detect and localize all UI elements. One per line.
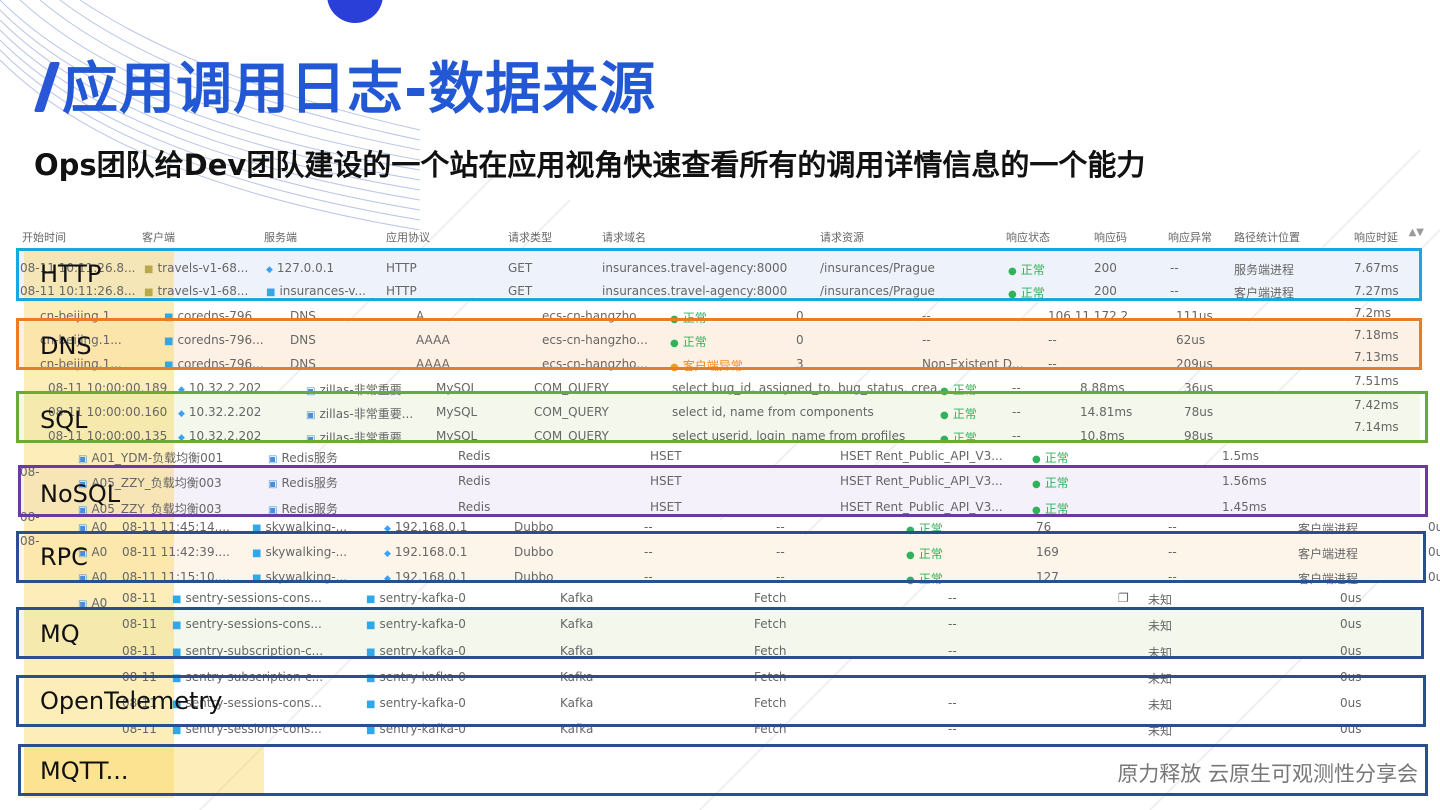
col-protocol[interactable]: 应用协议 — [386, 229, 430, 245]
col-error[interactable]: 响应异常 — [1168, 229, 1212, 245]
page-title: 应用调用日志-数据来源 — [62, 57, 657, 122]
col-path-position[interactable]: 路径统计位置 — [1234, 229, 1300, 245]
http-box — [16, 248, 1422, 301]
col-request-type[interactable]: 请求类型 — [508, 229, 552, 245]
page-subtitle: Ops团队给Dev团队建设的一个站在应用视角快速查看所有的调用详情信息的一个能力 — [34, 148, 1146, 182]
col-start-time[interactable]: 开始时间 — [22, 229, 66, 245]
mq-box — [16, 607, 1424, 659]
col-status[interactable]: 响应状态 — [1006, 229, 1050, 245]
col-resource[interactable]: 请求资源 — [820, 229, 864, 245]
label-opentelemetry: OpenTelemetry — [40, 687, 223, 715]
col-code[interactable]: 响应码 — [1094, 229, 1127, 245]
copy-icon[interactable]: ❐ — [1118, 591, 1129, 605]
label-dns: DNS — [40, 332, 92, 360]
sort-icon[interactable]: ▲▼ — [1409, 227, 1424, 238]
rpc-box — [16, 531, 1426, 583]
table-header: 开始时间 客户端 服务端 应用协议 请求类型 请求域名 请求资源 响应状态 响应… — [16, 224, 1426, 248]
label-nosql: NoSQL — [40, 480, 121, 508]
dns-box — [16, 318, 1422, 370]
opentelemetry-box — [16, 675, 1426, 727]
label-sql: SQL — [40, 406, 88, 434]
footer-caption: 原力释放 云原生可观测性分享会 — [1117, 762, 1418, 786]
col-client[interactable]: 客户端 — [142, 229, 175, 245]
col-domain[interactable]: 请求域名 — [602, 229, 646, 245]
col-server[interactable]: 服务端 — [264, 229, 297, 245]
nosql-box — [18, 465, 1428, 517]
sql-box — [16, 391, 1428, 443]
label-mqtt: MQTT... — [40, 757, 129, 785]
label-http: HTTP — [40, 260, 102, 288]
label-rpc: RPC — [40, 543, 88, 571]
decor-circle — [327, 0, 383, 23]
label-mq: MQ — [40, 620, 80, 648]
col-latency[interactable]: 响应时延 — [1354, 229, 1398, 245]
title-accent — [33, 62, 61, 112]
